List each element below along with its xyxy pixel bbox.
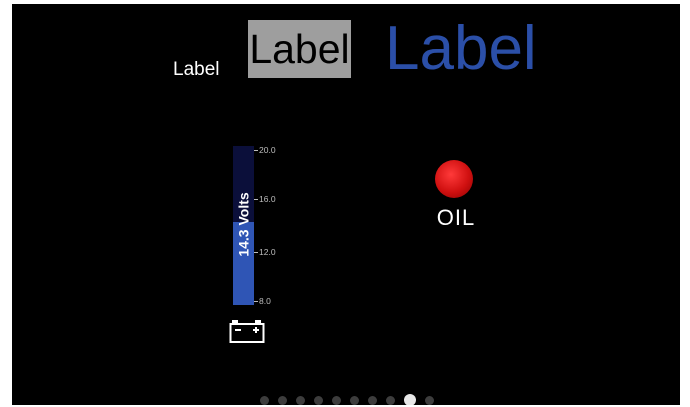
page-dot[interactable] xyxy=(386,395,395,405)
label-large: Label xyxy=(385,14,537,83)
gauge-tick-label: 20.0 xyxy=(254,145,276,156)
page-dot[interactable] xyxy=(278,395,287,405)
page-dot[interactable] xyxy=(296,395,305,405)
voltage-readout: 14.3 Volts xyxy=(235,192,252,257)
page-dot[interactable] xyxy=(260,395,269,405)
page-dot-active[interactable] xyxy=(404,394,416,405)
page-dot[interactable] xyxy=(314,395,323,405)
oil-warning-light xyxy=(435,160,473,198)
gauge-tick-label: 12.0 xyxy=(254,247,276,258)
dashboard-screen: Label Label Label 14.3 Volts 20.0 16.0 1… xyxy=(12,4,680,405)
gauge-tick-label: 16.0 xyxy=(254,194,276,205)
page-dot[interactable] xyxy=(350,395,359,405)
gauge-tick-label: 8.0 xyxy=(254,296,271,307)
page-dot[interactable] xyxy=(332,395,341,405)
page-dot[interactable] xyxy=(425,395,434,405)
battery-icon xyxy=(229,320,265,343)
page-dot[interactable] xyxy=(368,395,377,405)
label-small: Label xyxy=(173,59,220,80)
oil-warning-label: OIL xyxy=(436,205,476,230)
label-boxed: Label xyxy=(248,20,351,78)
voltage-gauge: 14.3 Volts xyxy=(233,146,254,305)
page-indicator[interactable] xyxy=(260,394,434,405)
